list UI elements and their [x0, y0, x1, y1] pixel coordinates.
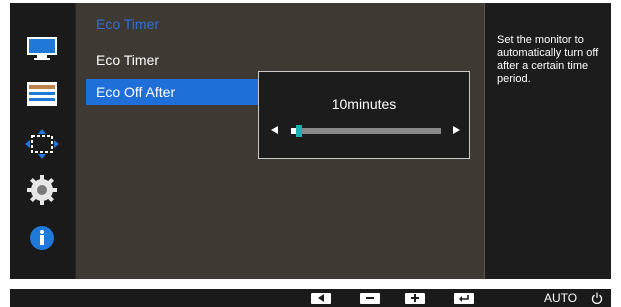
settings-bars-icon[interactable]: [25, 79, 59, 109]
osd-window: Eco Timer Eco Timer Eco Off After 10minu…: [10, 3, 611, 279]
menu-panel: Eco Timer Eco Timer Eco Off After 10minu…: [75, 3, 484, 279]
control-bar: AUTO: [10, 289, 611, 307]
menu-item-eco-off-after[interactable]: Eco Off After: [86, 79, 260, 105]
power-icon[interactable]: [591, 292, 603, 304]
picture-icon[interactable]: [25, 33, 59, 63]
sidebar: [10, 3, 75, 279]
help-panel: Set the monitor to automatically turn of…: [484, 3, 611, 279]
left-arrow-icon[interactable]: [269, 124, 281, 136]
plus-key-icon[interactable]: [405, 292, 425, 304]
position-arrows-icon[interactable]: [25, 129, 59, 159]
menu-item-label: Eco Timer: [96, 52, 160, 68]
menu-item-label: Eco Off After: [96, 84, 176, 100]
auto-key[interactable]: AUTO: [544, 292, 577, 304]
help-text: Set the monitor to automatically turn of…: [497, 34, 599, 85]
left-key-icon[interactable]: [311, 292, 331, 304]
slider-thumb[interactable]: [295, 125, 302, 137]
enter-key-icon[interactable]: [454, 292, 474, 304]
info-icon[interactable]: [25, 223, 59, 253]
value-slider[interactable]: [291, 125, 441, 137]
menu-title: Eco Timer: [96, 16, 160, 32]
value-readout: 10minutes: [331, 96, 397, 112]
menu-item-eco-timer[interactable]: Eco Timer: [86, 47, 260, 73]
eco-off-after-popup: 10minutes: [258, 71, 470, 159]
right-arrow-icon[interactable]: [450, 124, 462, 136]
gear-icon[interactable]: [25, 175, 59, 205]
minus-key-icon[interactable]: [360, 292, 380, 304]
